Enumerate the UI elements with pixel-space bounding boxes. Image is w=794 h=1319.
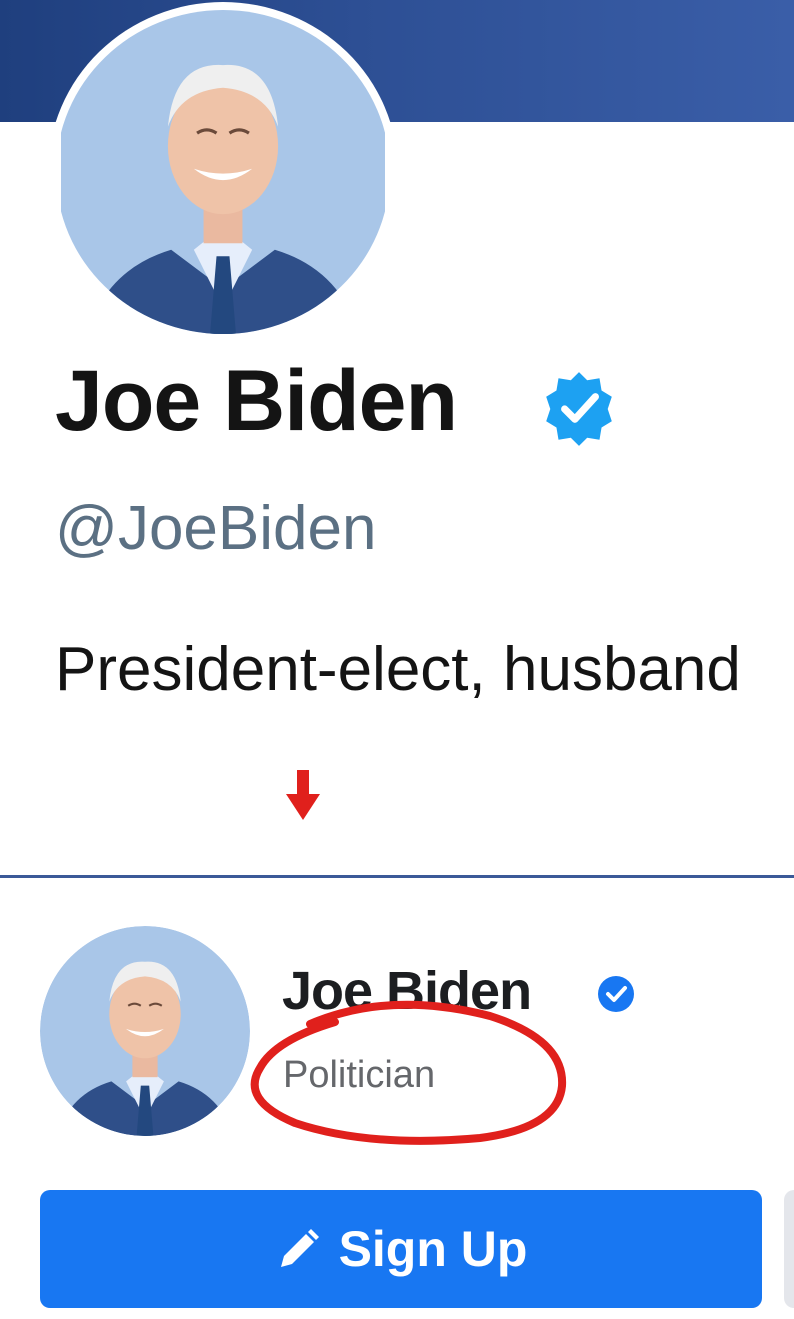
sign-up-label: Sign Up [338,1221,528,1277]
page-category: Politician [283,1054,436,1096]
profile-name: Joe Biden [55,353,458,449]
profile-avatar[interactable] [48,2,398,342]
profile-bio: President-elect, husband [55,636,741,704]
sign-up-button[interactable]: Sign Up [40,1190,762,1308]
down-arrow-icon [286,770,320,820]
avatar-photo [61,10,385,334]
pencil-icon [280,1229,319,1267]
verified-badge-icon [598,976,634,1012]
verified-badge-icon [546,372,612,446]
twitter-profile-panel: Joe Biden @JoeBiden President-elect, hus… [0,0,794,875]
page-name[interactable]: Joe Biden [282,964,532,1018]
secondary-button-edge[interactable] [784,1190,794,1308]
avatar-photo [40,926,250,1136]
page-avatar[interactable] [40,926,250,1136]
profile-handle: @JoeBiden [55,494,377,563]
facebook-page-panel: Joe Biden Politician Sign Up [0,878,794,1319]
